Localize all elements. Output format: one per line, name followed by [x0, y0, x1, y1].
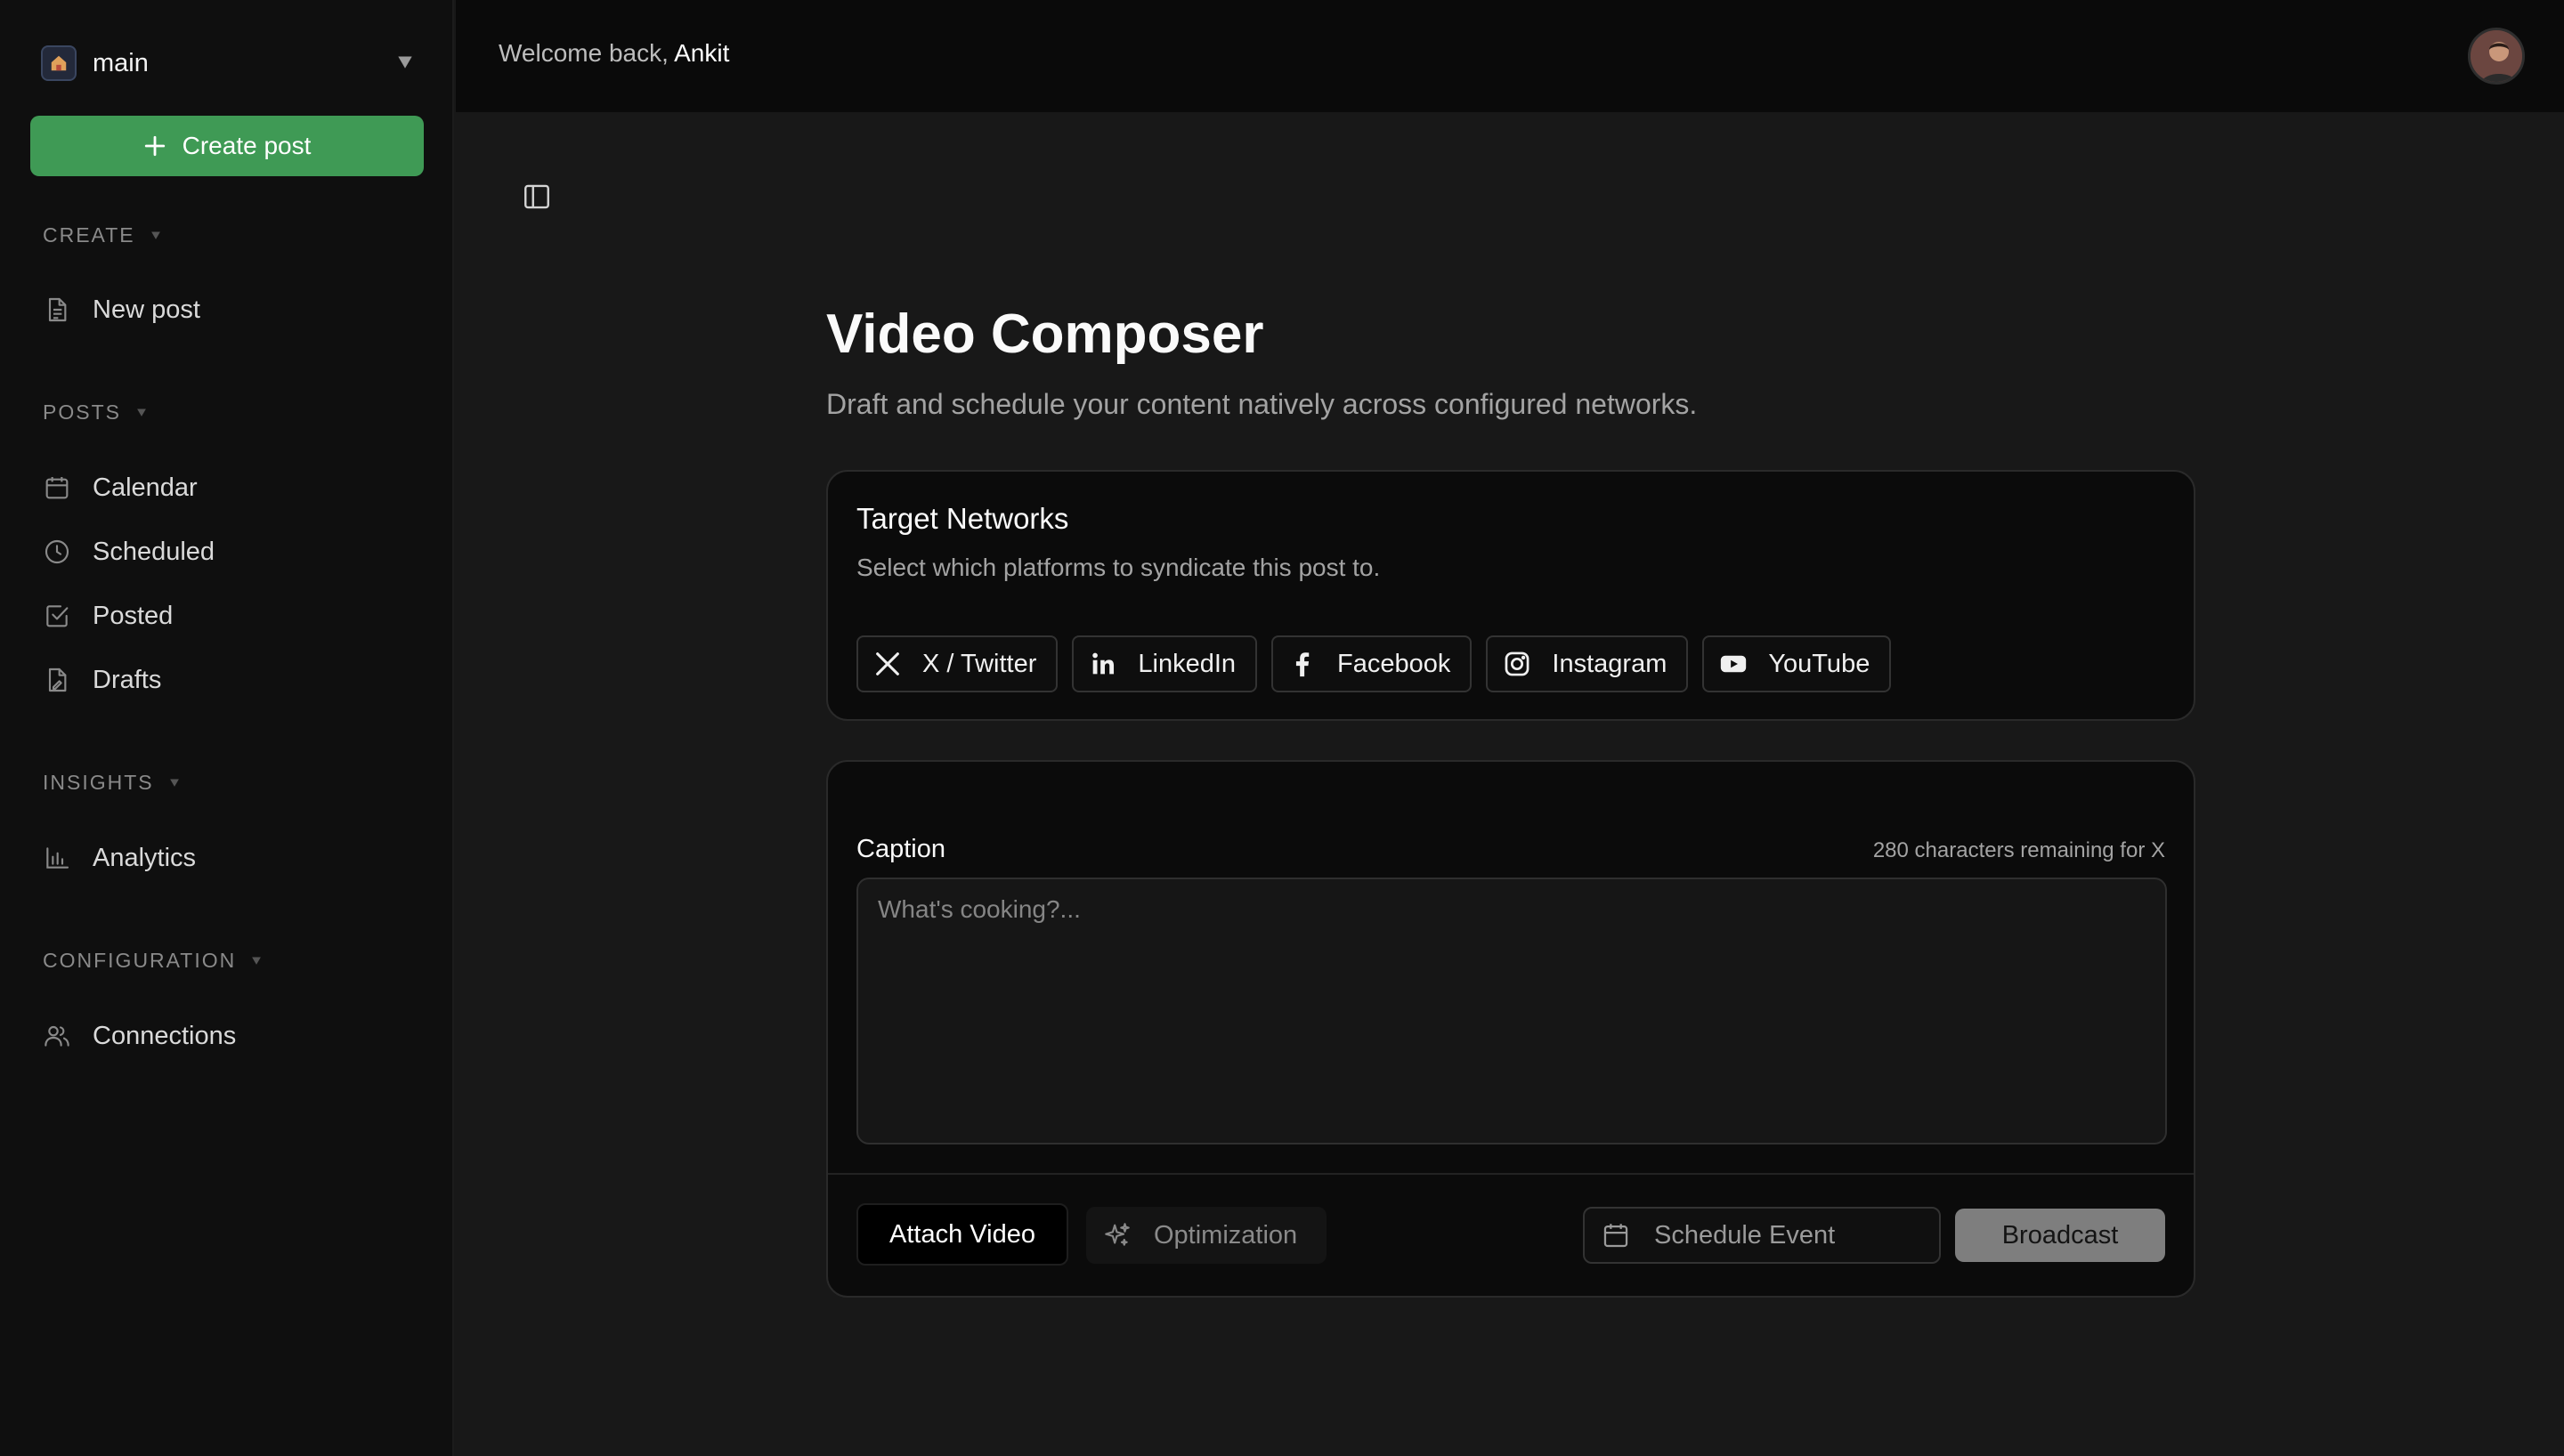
workspace-switcher[interactable]: main — [41, 41, 415, 85]
network-toggle-youtube[interactable]: YouTube — [1702, 635, 1892, 692]
sidebar-item-new-post[interactable]: New post — [43, 289, 417, 330]
x-twitter-icon — [876, 652, 899, 675]
file-text-icon — [48, 297, 67, 322]
schedule-event-button[interactable]: Schedule Event — [1583, 1207, 1941, 1264]
section-title: POSTS — [43, 400, 121, 424]
network-label: X / Twitter — [922, 649, 1037, 678]
network-label: Instagram — [1552, 649, 1667, 678]
chevron-down-icon — [398, 56, 412, 69]
network-toggle-linkedin[interactable]: LinkedIn — [1072, 635, 1258, 692]
welcome-message: Welcome back, Ankit — [499, 39, 729, 68]
workspace-home-icon — [41, 45, 77, 81]
file-draft-icon — [48, 667, 67, 692]
sidebar-item-scheduled[interactable]: Scheduled — [43, 531, 417, 572]
caret-down-icon — [169, 779, 179, 787]
create-post-label: Create post — [182, 132, 312, 159]
section-insights-header[interactable]: INSIGHTS — [43, 769, 181, 796]
broadcast-label: Broadcast — [2001, 1220, 2119, 1250]
workspace-name: main — [93, 48, 149, 77]
users-icon — [45, 1025, 69, 1047]
sparkles-icon — [1105, 1223, 1130, 1246]
caret-down-icon — [150, 231, 160, 239]
sidebar-item-drafts[interactable]: Drafts — [43, 659, 417, 700]
plus-icon — [144, 135, 165, 157]
user-avatar[interactable] — [2468, 28, 2525, 85]
target-networks-description: Select which platforms to syndicate this… — [856, 554, 1381, 581]
broadcast-button[interactable]: Broadcast — [1955, 1209, 2165, 1262]
sidebar-item-posted[interactable]: Posted — [43, 595, 417, 636]
caret-down-icon — [252, 957, 262, 965]
char-count: 280 characters remaining for X — [1872, 838, 2165, 862]
sidebar-item-label: Posted — [93, 601, 174, 630]
clock-icon — [45, 539, 69, 564]
target-networks-card: Target Networks Select which platforms t… — [826, 470, 2195, 721]
create-post-button[interactable]: Create post — [30, 116, 424, 176]
section-configuration-header[interactable]: CONFIGURATION — [43, 947, 263, 974]
sidebar-toggle-icon[interactable] — [522, 182, 552, 212]
linkedin-icon — [1092, 652, 1115, 675]
calendar-icon — [45, 477, 69, 499]
sidebar-item-label: Calendar — [93, 473, 198, 502]
section-posts-header[interactable]: POSTS — [43, 399, 148, 425]
sidebar-item-connections[interactable]: Connections — [43, 1015, 417, 1056]
optimization-label: Optimization — [1154, 1220, 1298, 1250]
top-bar: Welcome back, Ankit — [456, 0, 2564, 112]
calendar-icon — [1603, 1224, 1628, 1248]
network-label: Facebook — [1337, 649, 1451, 678]
sidebar-item-label: Connections — [93, 1021, 237, 1050]
user-name: Ankit — [674, 39, 730, 67]
instagram-icon — [1505, 651, 1529, 676]
caption-input[interactable] — [856, 878, 2167, 1145]
attach-video-button[interactable]: Attach Video — [856, 1203, 1068, 1266]
section-title: INSIGHTS — [43, 770, 154, 794]
network-toggle-instagram[interactable]: Instagram — [1486, 635, 1689, 692]
facebook-icon — [1295, 652, 1310, 677]
youtube-icon — [1721, 655, 1747, 673]
divider — [828, 1173, 2194, 1175]
caret-down-icon — [137, 408, 146, 417]
bar-chart-icon — [46, 847, 69, 869]
sidebar: main Create post CREATE New post POSTS C… — [0, 0, 454, 1456]
check-square-icon — [46, 605, 69, 627]
section-create-header[interactable]: CREATE — [43, 222, 162, 248]
page-title: Video Composer — [826, 303, 1264, 365]
sidebar-item-calendar[interactable]: Calendar — [43, 467, 417, 508]
sidebar-item-label: Analytics — [93, 843, 197, 872]
section-title: CREATE — [43, 222, 135, 247]
sidebar-item-label: Scheduled — [93, 537, 215, 566]
optimization-button[interactable]: Optimization — [1086, 1207, 1327, 1264]
section-title: CONFIGURATION — [43, 948, 237, 972]
target-networks-title: Target Networks — [856, 502, 1069, 535]
sidebar-item-analytics[interactable]: Analytics — [43, 837, 417, 878]
schedule-event-label: Schedule Event — [1654, 1220, 1836, 1250]
sidebar-item-label: Drafts — [93, 665, 162, 694]
caption-label: Caption — [856, 835, 945, 863]
compose-card: Caption 280 characters remaining for X A… — [826, 760, 2195, 1298]
network-label: LinkedIn — [1138, 649, 1237, 678]
attach-video-label: Attach Video — [889, 1219, 1035, 1249]
network-selector: X / Twitter LinkedIn Facebook Instagram — [856, 635, 1892, 692]
sidebar-item-label: New post — [93, 295, 200, 324]
page-subtitle: Draft and schedule your content natively… — [826, 388, 1698, 420]
welcome-prefix: Welcome back, — [499, 39, 675, 67]
network-toggle-facebook[interactable]: Facebook — [1271, 635, 1473, 692]
network-toggle-x-twitter[interactable]: X / Twitter — [856, 635, 1059, 692]
network-label: YouTube — [1768, 649, 1870, 678]
